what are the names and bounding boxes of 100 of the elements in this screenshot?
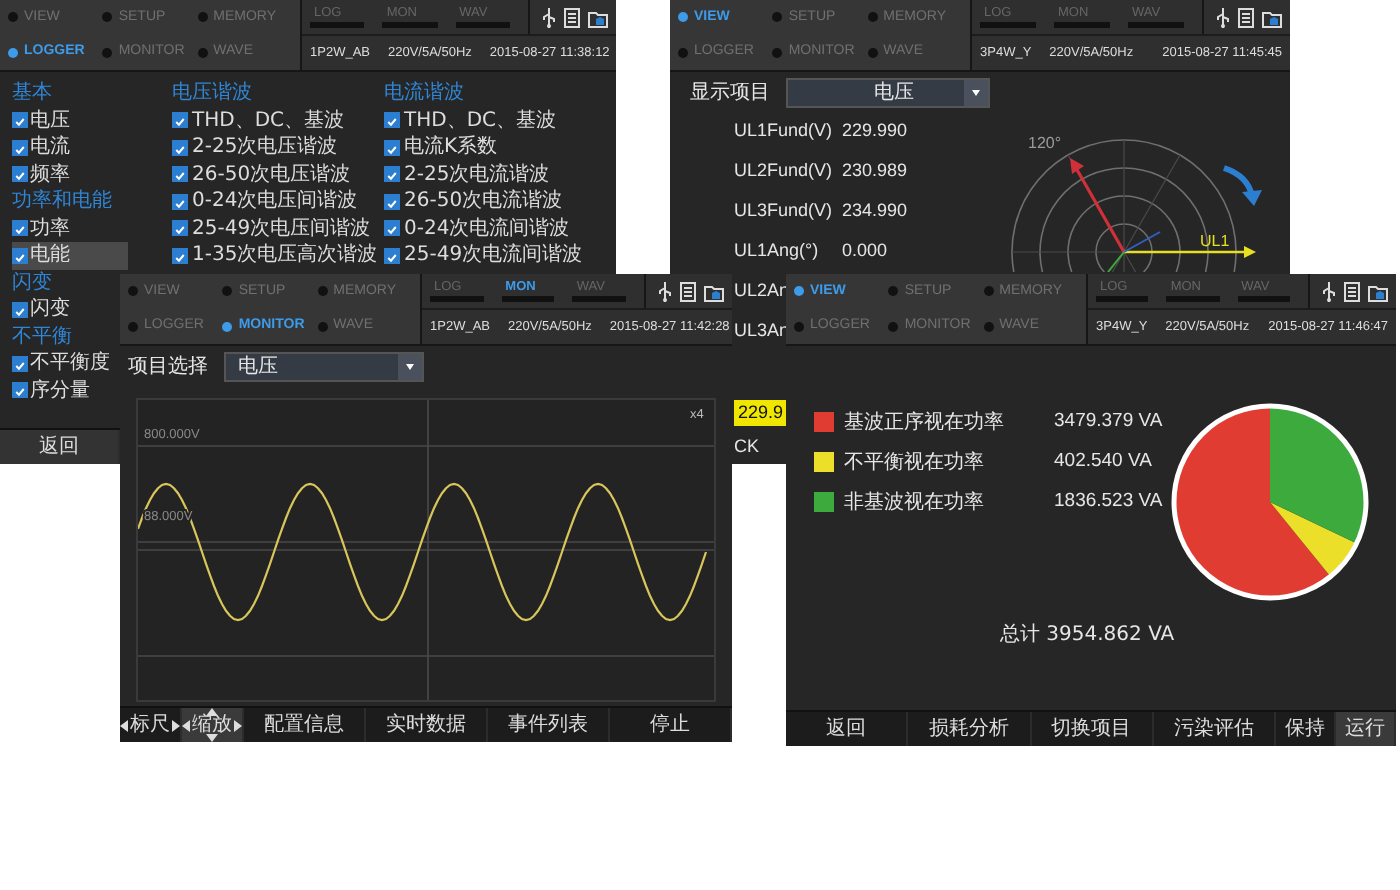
usb-icon[interactable]: [1216, 7, 1230, 27]
group-heading: 功率和电能: [12, 188, 112, 215]
usb-icon[interactable]: [658, 281, 673, 301]
checkbox[interactable]: [172, 166, 188, 183]
footer-button[interactable]: 配置信息: [244, 708, 366, 742]
checkbox[interactable]: [172, 220, 188, 237]
option-row[interactable]: 功率: [12, 215, 70, 242]
group-heading: 电流谐波: [384, 80, 464, 107]
footer-button[interactable]: 停止: [610, 708, 732, 742]
footer-button[interactable]: 污染评估: [1153, 712, 1276, 746]
option-row[interactable]: 2-25次电压谐波: [172, 134, 342, 161]
caret-icon: [972, 89, 980, 95]
option-row[interactable]: 26-50次电压谐波: [172, 161, 355, 188]
checkbox-label: 电流: [30, 133, 70, 163]
option-row[interactable]: 1-35次电压高次谐波: [172, 242, 382, 269]
footer-button[interactable]: 返回: [786, 712, 909, 746]
checkbox[interactable]: [384, 247, 400, 264]
footer-button[interactable]: 运行: [1336, 712, 1396, 746]
angle-label: 120°: [1028, 134, 1062, 152]
footer-button[interactable]: 事件列表: [488, 708, 610, 742]
checkbox[interactable]: [384, 139, 400, 156]
checkbox[interactable]: [384, 112, 400, 129]
checkbox-label: 0-24次电压间谐波: [192, 187, 358, 217]
down-arrow-icon: [206, 734, 218, 742]
checkbox[interactable]: [12, 355, 28, 372]
option-row[interactable]: 电流K系数: [384, 134, 502, 161]
checkbox[interactable]: [384, 220, 400, 237]
checkbox[interactable]: [384, 166, 400, 183]
option-row[interactable]: THD、DC、基波: [172, 107, 349, 134]
checkbox-label: 电压: [30, 107, 70, 135]
option-row[interactable]: 电流: [12, 134, 70, 161]
option-row[interactable]: 闪变: [12, 296, 70, 323]
reading-name: UL1Fund(V): [734, 118, 830, 145]
selector-label: 显示项目: [690, 79, 770, 107]
checkbox-label: 26-50次电压谐波: [192, 161, 351, 189]
selector-label: 项目选择: [128, 353, 208, 381]
option-row[interactable]: 序分量: [12, 377, 90, 404]
checkbox[interactable]: [172, 112, 188, 129]
checkbox-label: 26-50次电流谐波: [404, 187, 563, 217]
folder-icon[interactable]: [588, 7, 608, 27]
reading-value: 230.989: [842, 158, 908, 185]
option-row[interactable]: THD、DC、基波: [384, 107, 561, 134]
option-row[interactable]: 0-24次电压间谐波: [172, 188, 362, 215]
folder-icon[interactable]: [704, 281, 725, 301]
option-row[interactable]: 26-50次电流谐波: [384, 188, 567, 215]
checkbox[interactable]: [172, 193, 188, 210]
option-row[interactable]: 电能: [12, 242, 128, 269]
dropdown[interactable]: 电压: [786, 77, 990, 107]
up-arrow-icon: [206, 708, 218, 716]
option-row[interactable]: 2-25次电流谐波: [384, 161, 554, 188]
reading-value: 229.990: [842, 118, 908, 145]
usb-icon[interactable]: [1322, 281, 1336, 301]
folder-icon[interactable]: [1262, 7, 1282, 27]
footer-button[interactable]: 返回: [0, 430, 120, 464]
checkbox[interactable]: [12, 220, 28, 237]
checkbox-label: 闪变: [30, 295, 70, 325]
rotation-arrow-icon: [1222, 165, 1262, 206]
checkbox[interactable]: [384, 193, 400, 210]
footer-button[interactable]: 缩放: [182, 708, 244, 742]
reading-name: UL2Fund(V): [734, 158, 830, 185]
checkbox-label: 序分量: [30, 377, 90, 406]
left-arrow-icon: [182, 719, 190, 731]
checkbox-label: THD、DC、基波: [192, 107, 345, 135]
dropdown[interactable]: 电压: [224, 351, 424, 381]
footer-button[interactable]: 切换项目: [1031, 712, 1154, 746]
checkbox[interactable]: [12, 166, 28, 183]
highlighted-value: 229.9: [734, 400, 788, 426]
checkbox-label: 频率: [30, 161, 70, 189]
checkbox-label: 不平衡度: [30, 349, 110, 379]
checkbox-label: 电能: [30, 241, 70, 271]
group-heading: 基本: [12, 80, 52, 107]
option-row[interactable]: 不平衡度: [12, 350, 110, 377]
group-heading: 不平衡: [12, 323, 72, 350]
option-row[interactable]: 0-24次电流间谐波: [384, 215, 574, 242]
right-arrow-icon: [172, 719, 180, 731]
checkbox[interactable]: [172, 139, 188, 156]
checkbox-label: 1-35次电压高次谐波: [192, 241, 378, 271]
checkbox[interactable]: [12, 112, 28, 129]
card-icon[interactable]: [680, 281, 697, 301]
legend-value: 1836.523 VA: [1054, 487, 1163, 516]
footer-button[interactable]: 损耗分析: [908, 712, 1031, 746]
option-row[interactable]: 25-49次电流间谐波: [384, 242, 587, 269]
checkbox-label: 2-25次电压谐波: [192, 133, 338, 163]
checkbox[interactable]: [12, 139, 28, 156]
card-icon[interactable]: [564, 7, 580, 27]
checkbox[interactable]: [12, 247, 28, 264]
card-icon[interactable]: [1238, 7, 1254, 27]
checkbox[interactable]: [12, 382, 28, 399]
legend-label: 非基波视在功率: [844, 489, 986, 517]
checkbox[interactable]: [172, 247, 188, 264]
usb-icon[interactable]: [542, 7, 556, 27]
footer-button[interactable]: 实时数据: [366, 708, 488, 742]
group-heading: 电压谐波: [172, 80, 252, 107]
option-row[interactable]: 频率: [12, 161, 70, 188]
reading-name: UL1Ang(°): [734, 238, 821, 265]
folder-icon[interactable]: [1368, 281, 1388, 301]
card-icon[interactable]: [1344, 281, 1360, 301]
checkbox[interactable]: [12, 301, 28, 318]
reading-value: 0.000: [842, 238, 888, 265]
option-row[interactable]: 电压: [12, 107, 70, 134]
